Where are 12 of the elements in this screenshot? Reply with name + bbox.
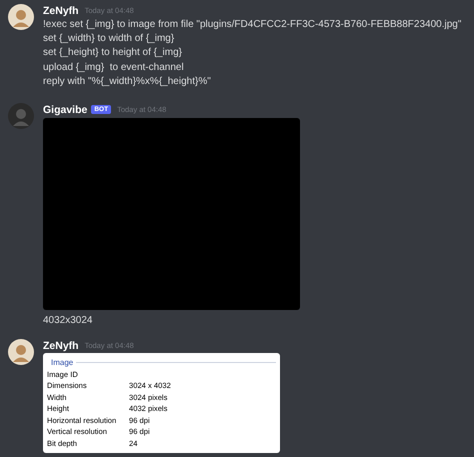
- message-line: reply with "%{_width}%x%{_height}%": [43, 74, 212, 89]
- message-line: set {_width} to width of {_img}: [43, 32, 176, 46]
- avatar-icon[interactable]: [8, 4, 34, 30]
- group-label: Image: [51, 358, 74, 367]
- message-line: 4032x3024: [43, 314, 94, 328]
- message-line: set {_height} to height of {_img}: [43, 46, 183, 60]
- author-name[interactable]: ZeNyfh: [43, 340, 79, 352]
- message-line: upload {_img} to event-channel: [43, 60, 185, 75]
- avatar-icon[interactable]: [8, 339, 34, 366]
- author-name[interactable]: Gigavibe: [43, 104, 88, 116]
- author-name[interactable]: ZeNyfh: [43, 4, 79, 16]
- message-line: !exec set {_img} to image from file "plugins/FD4CFCC2-FF3C-4573-B760-FEBB88F23400.jpg": [43, 18, 462, 32]
